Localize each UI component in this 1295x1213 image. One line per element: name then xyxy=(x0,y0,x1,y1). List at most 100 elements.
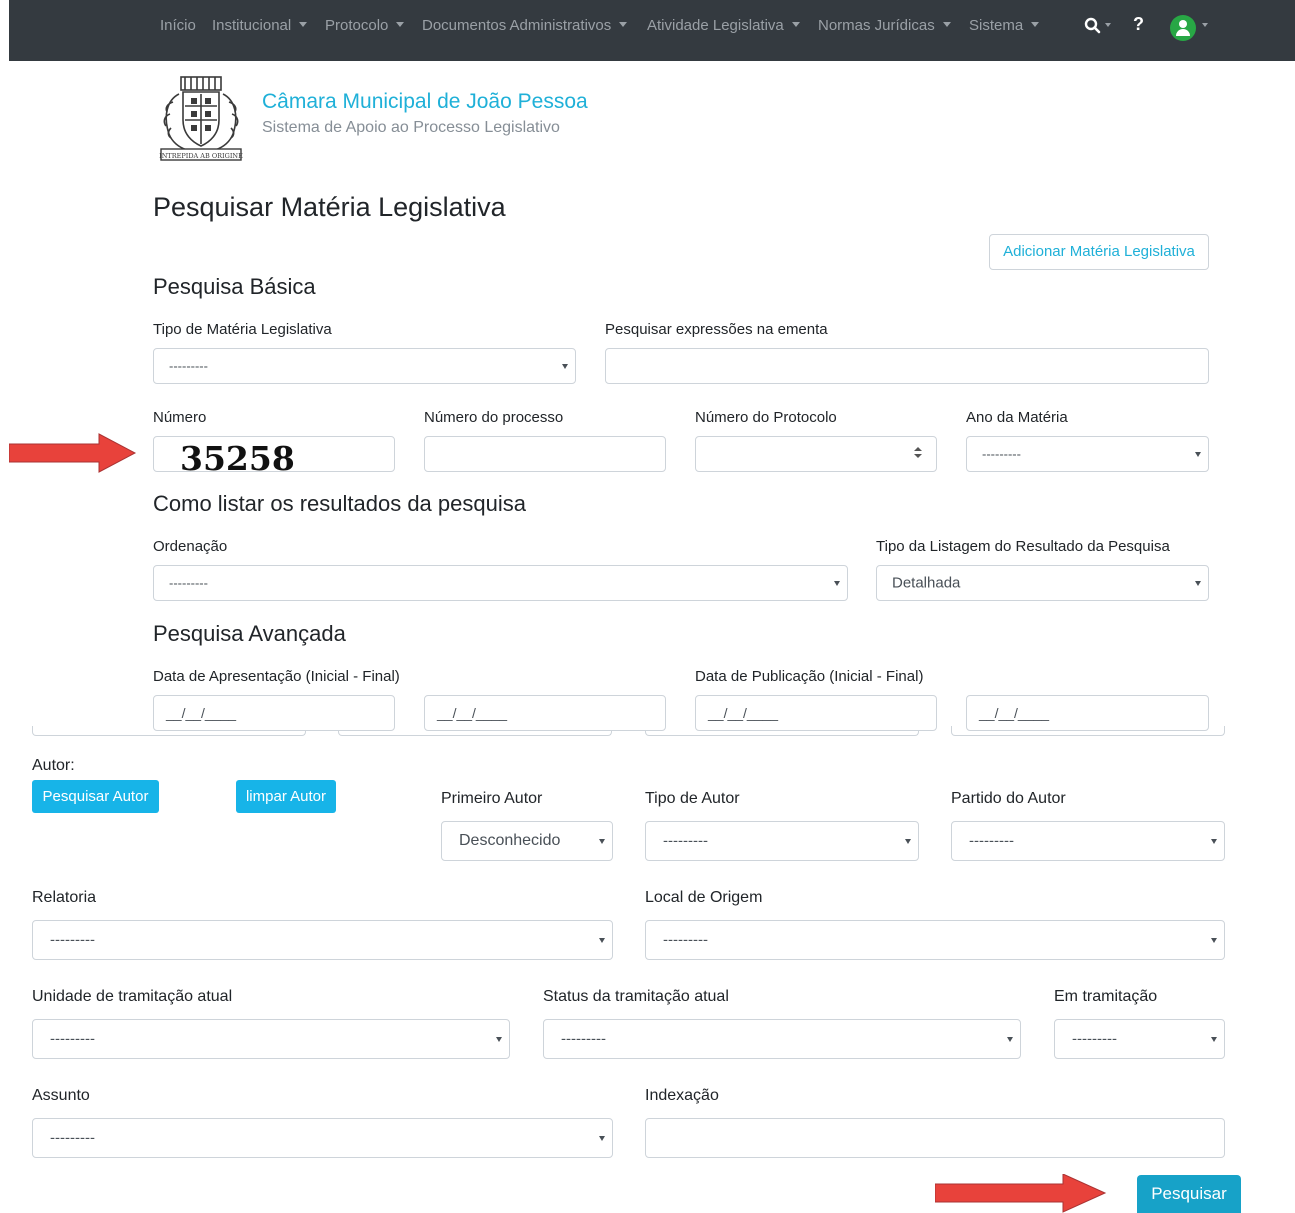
data-apresentacao-inicial-input[interactable]: __/__/____ xyxy=(153,695,395,731)
chevron-down-icon xyxy=(1211,1037,1217,1042)
basic-search-heading: Pesquisa Básica xyxy=(153,274,316,299)
limpar-autor-button[interactable]: limpar Autor xyxy=(236,780,336,813)
unidade-tramitacao-select[interactable]: --------- xyxy=(32,1019,510,1059)
em-tramitacao-label: Em tramitação xyxy=(1054,988,1158,1005)
ano-materia-value: --------- xyxy=(982,446,1021,462)
em-tramitacao-select[interactable]: --------- xyxy=(1054,1019,1225,1059)
top-navbar: Início Institucional Protocolo Documento… xyxy=(9,0,1295,61)
assunto-value: --------- xyxy=(50,1129,95,1147)
relatoria-select[interactable]: --------- xyxy=(32,920,613,960)
ordenacao-label: Ordenação xyxy=(153,538,228,555)
chevron-down-icon xyxy=(905,839,911,844)
chevron-down-icon xyxy=(1211,938,1217,943)
numero-protocolo-label: Número do Protocolo xyxy=(695,409,837,426)
partido-autor-value: --------- xyxy=(969,832,1014,850)
numero-processo-label: Número do processo xyxy=(424,409,564,426)
pesquisar-autor-button[interactable]: Pesquisar Autor xyxy=(32,780,159,813)
nav-protocolo[interactable]: Protocolo xyxy=(325,17,404,34)
numero-processo-input[interactable] xyxy=(424,436,666,472)
data-apresentacao-label: Data de Apresentação (Inicial - Final) xyxy=(153,668,400,685)
pesquisar-button[interactable]: Pesquisar xyxy=(1137,1175,1241,1213)
institution-title[interactable]: Câmara Municipal de João Pessoa xyxy=(262,90,588,114)
data-apresentacao-final-input[interactable]: __/__/____ xyxy=(424,695,666,731)
add-materia-button[interactable]: Adicionar Matéria Legislativa xyxy=(989,234,1209,270)
date-mask: __/__/____ xyxy=(979,705,1050,721)
unidade-tramitacao-label: Unidade de tramitação atual xyxy=(32,988,233,1005)
chevron-down-icon xyxy=(834,581,840,586)
chevron-down-icon xyxy=(599,839,605,844)
search-menu[interactable] xyxy=(1084,17,1118,39)
chevron-down-icon xyxy=(1211,839,1217,844)
local-origem-label: Local de Origem xyxy=(645,889,763,906)
tipo-autor-label: Tipo de Autor xyxy=(645,790,740,807)
local-origem-select[interactable]: --------- xyxy=(645,920,1225,960)
relatoria-value: --------- xyxy=(50,931,95,949)
chevron-down-icon xyxy=(1007,1037,1013,1042)
partido-autor-select[interactable]: --------- xyxy=(951,821,1225,861)
status-tramitacao-value: --------- xyxy=(561,1030,606,1048)
tipo-listagem-value: Detalhada xyxy=(892,574,961,592)
partido-autor-label: Partido do Autor xyxy=(951,790,1066,807)
autor-label: Autor: xyxy=(32,757,75,774)
user-avatar-icon[interactable] xyxy=(1170,15,1196,41)
tipo-listagem-label: Tipo da Listagem do Resultado da Pesquis… xyxy=(876,538,1170,555)
status-tramitacao-label: Status da tramitação atual xyxy=(543,988,729,1005)
ementa-input[interactable] xyxy=(605,348,1209,384)
nav-documentos-administrativos[interactable]: Documentos Administrativos xyxy=(422,17,627,34)
tipo-autor-value: --------- xyxy=(663,832,708,850)
chevron-down-icon xyxy=(562,364,568,369)
indexacao-label: Indexação xyxy=(645,1087,719,1104)
tipo-materia-label: Tipo de Matéria Legislativa xyxy=(153,321,332,338)
nav-institucional[interactable]: Institucional xyxy=(212,17,307,34)
ordenacao-select[interactable]: --------- xyxy=(153,565,848,601)
tipo-autor-select[interactable]: --------- xyxy=(645,821,919,861)
assunto-label: Assunto xyxy=(32,1087,90,1104)
nav-atividade-legislativa[interactable]: Atividade Legislativa xyxy=(647,17,800,34)
primeiro-autor-label: Primeiro Autor xyxy=(441,790,543,807)
advanced-search-heading: Pesquisa Avançada xyxy=(153,621,346,646)
data-publicacao-final-input[interactable]: __/__/____ xyxy=(966,695,1209,731)
data-publicacao-inicial-input[interactable]: __/__/____ xyxy=(695,695,937,731)
chevron-down-icon xyxy=(1195,452,1201,457)
chevron-down-icon xyxy=(599,938,605,943)
ano-materia-label: Ano da Matéria xyxy=(966,409,1068,426)
local-origem-value: --------- xyxy=(663,931,708,949)
page-title: Pesquisar Matéria Legislativa xyxy=(153,192,506,222)
primeiro-autor-value: Desconhecido xyxy=(459,832,561,849)
relatoria-label: Relatoria xyxy=(32,889,97,906)
em-tramitacao-value: --------- xyxy=(1072,1030,1117,1048)
number-spinner-icon[interactable] xyxy=(914,447,922,461)
ordenacao-value: --------- xyxy=(169,575,208,591)
nav-normas-juridicas[interactable]: Normas Jurídicas xyxy=(818,17,951,34)
logo-motto: INTREPIDA AB ORIGINE xyxy=(159,152,243,160)
unidade-tramitacao-value: --------- xyxy=(50,1030,95,1048)
numero-input[interactable]: 35258 xyxy=(153,436,395,478)
status-tramitacao-select[interactable]: --------- xyxy=(543,1019,1021,1059)
chevron-down-icon xyxy=(1195,581,1201,586)
help-icon[interactable]: ? xyxy=(1133,14,1144,35)
tipo-materia-value: --------- xyxy=(169,358,208,374)
tipo-materia-select[interactable]: --------- xyxy=(153,348,576,384)
chevron-down-icon xyxy=(599,1136,605,1141)
user-dropdown-caret[interactable] xyxy=(1202,23,1208,27)
assunto-select[interactable]: --------- xyxy=(32,1118,613,1158)
numero-protocolo-input[interactable] xyxy=(695,436,937,472)
ementa-label: Pesquisar expressões na ementa xyxy=(605,321,828,338)
date-mask: __/__/____ xyxy=(166,705,237,721)
ano-materia-select[interactable]: --------- xyxy=(966,436,1209,472)
data-publicacao-label: Data de Publicação (Inicial - Final) xyxy=(695,668,924,685)
nav-inicio[interactable]: Início xyxy=(160,17,196,34)
search-icon xyxy=(1084,17,1101,34)
chevron-down-icon xyxy=(496,1037,502,1042)
primeiro-autor-select[interactable]: Desconhecido xyxy=(441,821,613,861)
tipo-listagem-select[interactable]: Detalhada xyxy=(876,565,1209,601)
listing-heading: Como listar os resultados da pesquisa xyxy=(153,491,526,516)
date-mask: __/__/____ xyxy=(708,705,779,721)
red-arrow-icon xyxy=(935,1174,1107,1213)
indexacao-input[interactable] xyxy=(645,1118,1225,1158)
date-mask: __/__/____ xyxy=(437,705,508,721)
nav-sistema[interactable]: Sistema xyxy=(969,17,1039,34)
search-dropdown-caret xyxy=(1105,23,1111,27)
coat-of-arms-logo: INTREPIDA AB ORIGINE xyxy=(159,76,243,161)
numero-label: Número xyxy=(153,409,207,426)
